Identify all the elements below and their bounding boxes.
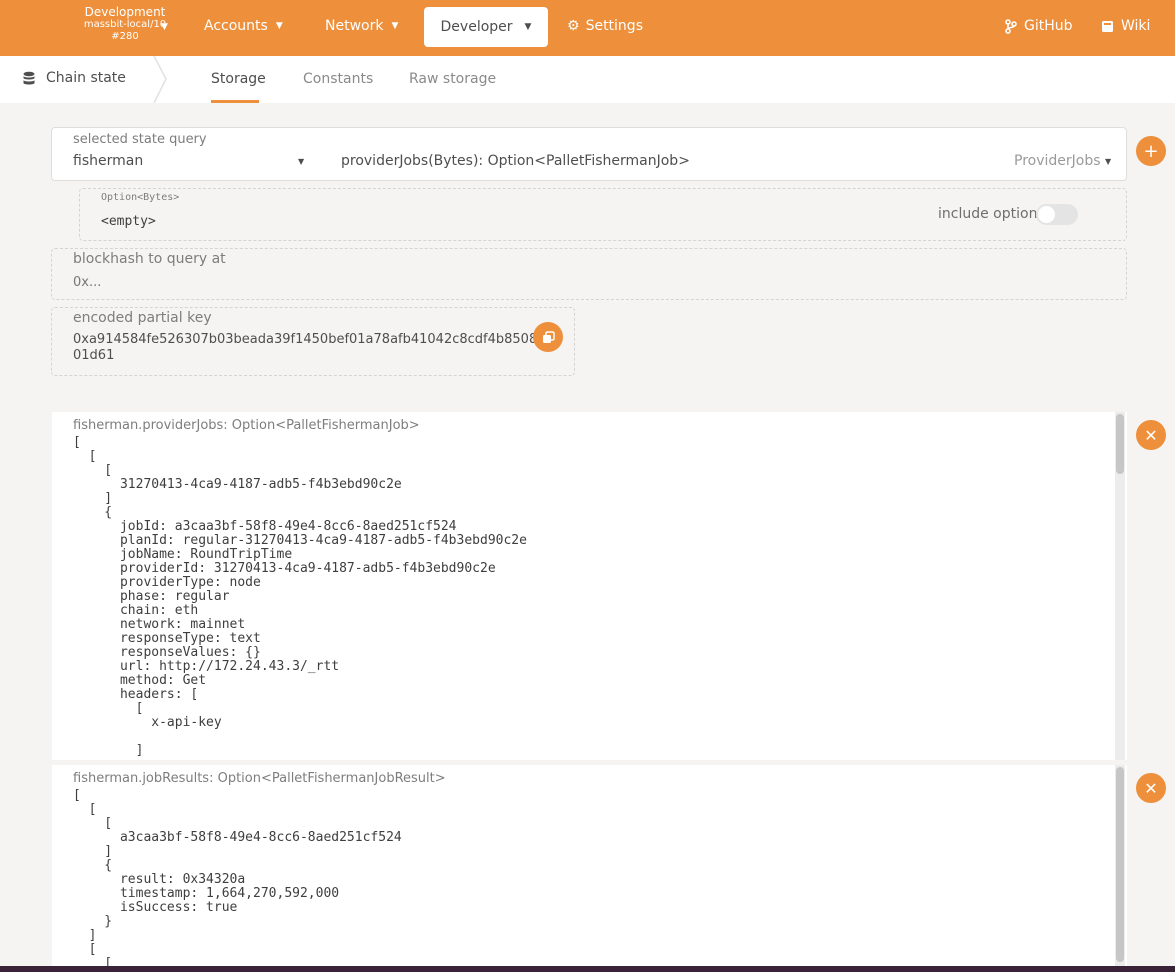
caret-down-icon: ▼ [391, 21, 399, 31]
nav-network-label: Network [325, 18, 384, 34]
result-scrollbar[interactable] [1115, 765, 1125, 966]
breadcrumb-divider [153, 56, 167, 103]
code-branch-icon [1005, 18, 1017, 34]
copy-key-button[interactable] [533, 322, 563, 352]
result-body: [ [ [ a3caa3bf-58f8-49e4-8cc6-8aed251cf5… [73, 788, 402, 967]
tab-constants[interactable]: Constants [303, 71, 373, 87]
chain-dropdown-icon[interactable]: ▼ [161, 22, 168, 32]
scrollbar-thumb[interactable] [1116, 767, 1124, 962]
active-tab-indicator [211, 100, 259, 103]
option-bytes-value: <empty> [101, 214, 156, 229]
chain-state-label: Chain state [46, 70, 126, 86]
scrollbar-thumb[interactable] [1116, 414, 1124, 474]
nav-network[interactable]: Network ▼ [325, 18, 398, 34]
option-bytes-label: Option<Bytes> [101, 192, 180, 203]
chain-name: Development [84, 5, 166, 19]
method-hint: ProviderJobs [1014, 153, 1101, 169]
module-select[interactable]: fisherman [73, 153, 143, 169]
chain-state-section[interactable]: Chain state [22, 70, 126, 86]
nav-settings-label: Settings [585, 18, 643, 34]
encoded-partial-key: encoded partial key 0xa914584fe526307b03… [51, 307, 575, 376]
github-label: GitHub [1024, 18, 1073, 34]
result-provider-jobs: fisherman.providerJobs: Option<PalletFis… [52, 412, 1127, 760]
remove-result-button[interactable]: ✕ [1136, 420, 1166, 450]
partial-key-label: encoded partial key [73, 310, 212, 326]
desktop-edge [0, 966, 1175, 972]
top-navigation-bar: Development massbit-local/10 #280 ▼ Acco… [0, 0, 1175, 56]
method-dropdown-icon[interactable]: ▼ [1105, 157, 1111, 166]
remove-result-button[interactable]: ✕ [1136, 773, 1166, 803]
nav-accounts-label: Accounts [204, 18, 268, 34]
chain-block: #280 [111, 31, 139, 42]
result-scrollbar[interactable] [1115, 412, 1125, 760]
result-job-results: fisherman.jobResults: Option<PalletFishe… [52, 765, 1127, 966]
gears-icon: ⚙ [567, 18, 580, 34]
plus-icon: + [1143, 140, 1159, 162]
toggle-knob [1038, 206, 1055, 223]
add-query-button[interactable]: + [1136, 136, 1166, 166]
result-title: fisherman.jobResults: Option<PalletFishe… [73, 771, 446, 786]
option-bytes-param: Option<Bytes> <empty> include option [79, 188, 1127, 241]
nav-settings[interactable]: ⚙ Settings [567, 18, 643, 34]
copy-icon [542, 330, 555, 343]
close-icon: ✕ [1144, 425, 1158, 445]
blockhash-field: blockhash to query at [51, 248, 1127, 300]
database-icon [23, 71, 35, 84]
partial-key-value-line1: 0xa914584fe526307b03beada39f1450bef01a78… [73, 332, 543, 347]
module-dropdown-icon[interactable]: ▼ [298, 157, 304, 166]
github-link[interactable]: GitHub [1005, 18, 1073, 34]
state-query-selector: selected state query fisherman ▼ provide… [51, 127, 1127, 181]
nav-developer-label: Developer [440, 19, 513, 35]
result-body: [ [ [ 31270413-4ca9-4187-adb5-f4b3ebd90c… [73, 435, 527, 758]
wiki-label: Wiki [1121, 18, 1151, 34]
blockhash-input[interactable] [73, 273, 1073, 291]
tab-raw-storage[interactable]: Raw storage [409, 71, 496, 87]
sub-navigation-tabs: Chain state Storage Constants Raw storag… [0, 56, 1175, 103]
method-select[interactable]: providerJobs(Bytes): Option<PalletFisher… [341, 153, 690, 169]
include-option-label: include option [938, 206, 1038, 222]
book-icon [1102, 20, 1113, 32]
wiki-link[interactable]: Wiki [1101, 18, 1150, 34]
result-title: fisherman.providerJobs: Option<PalletFis… [73, 418, 420, 433]
close-icon: ✕ [1144, 778, 1158, 798]
nav-developer[interactable]: Developer ▼ [424, 7, 548, 47]
tab-storage[interactable]: Storage [211, 71, 266, 87]
caret-down-icon: ▼ [275, 21, 283, 31]
caret-down-icon: ▼ [524, 22, 532, 32]
nav-accounts[interactable]: Accounts ▼ [204, 18, 283, 34]
state-query-label: selected state query [73, 132, 207, 147]
blockhash-label: blockhash to query at [73, 251, 226, 267]
include-option-toggle[interactable] [1036, 204, 1078, 225]
partial-key-value-line2: 01d61 [73, 348, 115, 363]
